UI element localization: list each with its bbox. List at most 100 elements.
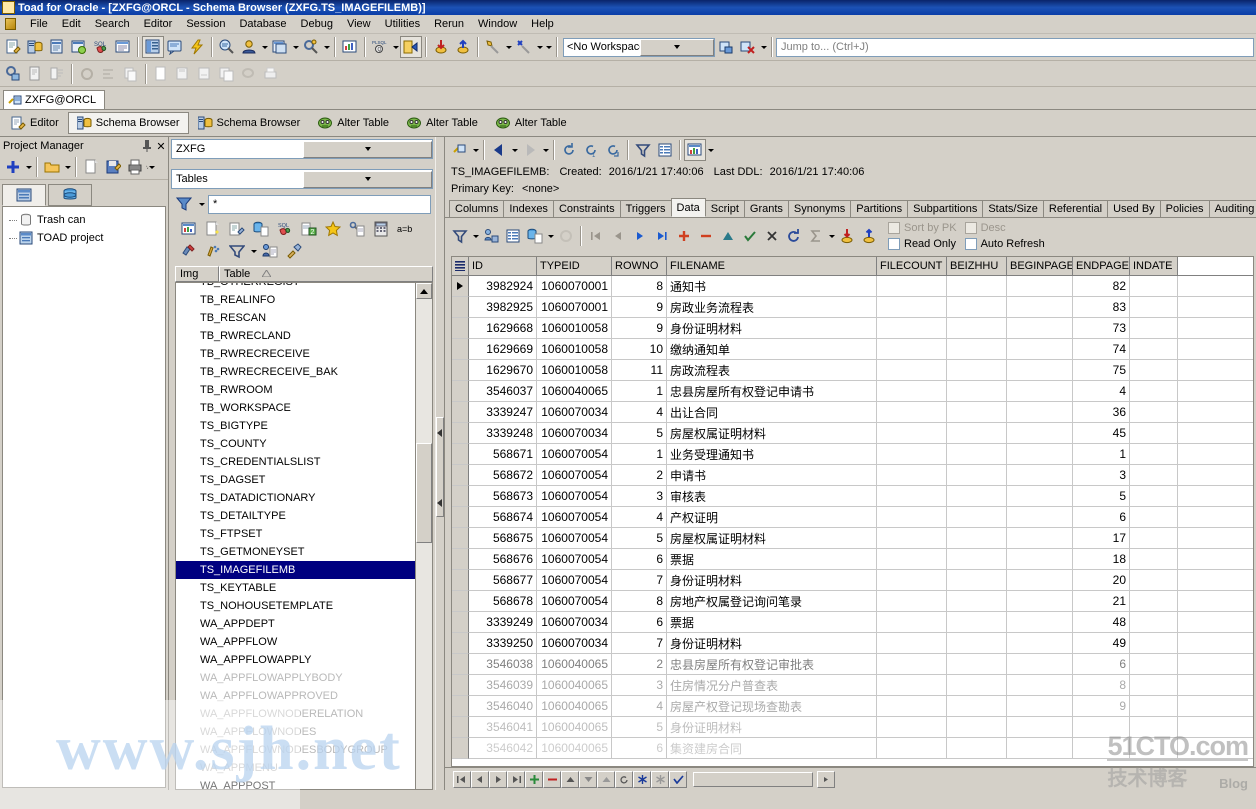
- table-row[interactable]: 56867210600700542申请书3: [452, 465, 1253, 486]
- cell-filecount[interactable]: [877, 486, 947, 507]
- cell-typeid[interactable]: 1060070054: [537, 507, 612, 528]
- cell-filecount[interactable]: [877, 297, 947, 318]
- cell-typeid[interactable]: 1060070001: [537, 276, 612, 297]
- cell-indate[interactable]: [1130, 360, 1178, 381]
- list-item[interactable]: WA_APPFLOWAPPLYBODY: [176, 669, 416, 687]
- data-report-icon[interactable]: [177, 218, 201, 240]
- cell-indate[interactable]: [1130, 633, 1178, 654]
- calculator-icon[interactable]: [369, 218, 393, 240]
- cell-typeid[interactable]: 1060070034: [537, 633, 612, 654]
- schema-select[interactable]: ZXFG: [171, 139, 433, 159]
- row-indicator[interactable]: [452, 276, 469, 297]
- table-row[interactable]: 1629669106001005810缴纳通知单74: [452, 339, 1253, 360]
- row-indicator[interactable]: [452, 633, 469, 654]
- list-item-selected[interactable]: TS_IMAGEFILEMB: [176, 561, 416, 579]
- tab-constraints[interactable]: Constraints: [553, 200, 621, 217]
- filter-input[interactable]: *: [208, 195, 431, 214]
- nav-prior-record-icon[interactable]: [471, 771, 489, 788]
- cell-typeid[interactable]: 1060070054: [537, 591, 612, 612]
- filter-icon[interactable]: [632, 139, 654, 161]
- schema-browser-active-icon[interactable]: [142, 36, 164, 58]
- explain-plan-icon[interactable]: [216, 36, 238, 58]
- cell-filecount[interactable]: [877, 339, 947, 360]
- menu-view[interactable]: View: [340, 17, 378, 31]
- column-header-filecount[interactable]: FILECOUNT: [877, 257, 947, 276]
- cell-indate[interactable]: [1130, 297, 1178, 318]
- row-indicator[interactable]: [452, 570, 469, 591]
- cell-beizhhu[interactable]: [947, 528, 1007, 549]
- cell-rowno[interactable]: 1: [612, 381, 667, 402]
- sql-script-icon[interactable]: SQL: [273, 218, 297, 240]
- cell-typeid[interactable]: 1060070054: [537, 465, 612, 486]
- cell-indate[interactable]: [1130, 444, 1178, 465]
- cell-beginpage[interactable]: [1007, 423, 1073, 444]
- cell-filename[interactable]: 申请书: [667, 465, 877, 486]
- cell-indate[interactable]: [1130, 465, 1178, 486]
- tab-script[interactable]: Script: [705, 200, 745, 217]
- tab-columns[interactable]: Columns: [449, 200, 504, 217]
- sort-by-pk-row[interactable]: Sort by PK: [888, 220, 957, 236]
- cell-endpage[interactable]: 49: [1073, 633, 1130, 654]
- filter-icon[interactable]: [225, 240, 249, 262]
- delete-record-icon[interactable]: [695, 225, 717, 247]
- row-indicator[interactable]: [452, 738, 469, 759]
- cell-rowno[interactable]: 11: [612, 360, 667, 381]
- cell-beizhhu[interactable]: [947, 591, 1007, 612]
- column-header-filename[interactable]: FILENAME: [667, 257, 877, 276]
- cell-endpage[interactable]: 82: [1073, 276, 1130, 297]
- cell-indate[interactable]: [1130, 402, 1178, 423]
- preview-icon[interactable]: [238, 63, 260, 85]
- cell-endpage[interactable]: 75: [1073, 360, 1130, 381]
- cell-id[interactable]: 568676: [469, 549, 537, 570]
- list-item[interactable]: TB_RWROOM: [176, 381, 416, 399]
- list-item[interactable]: TS_KEYTABLE: [176, 579, 416, 597]
- cell-typeid[interactable]: 1060040065: [537, 381, 612, 402]
- cell-endpage[interactable]: 45: [1073, 423, 1130, 444]
- tree-node-toad-project[interactable]: TOAD project: [5, 229, 163, 247]
- nav-delete-icon[interactable]: [543, 771, 561, 788]
- cell-rowno[interactable]: 2: [612, 465, 667, 486]
- menu-window[interactable]: Window: [471, 17, 524, 31]
- row-indicator[interactable]: [452, 528, 469, 549]
- cell-typeid[interactable]: 1060070054: [537, 528, 612, 549]
- cell-beizhhu[interactable]: [947, 339, 1007, 360]
- settings-save-icon[interactable]: [2, 63, 24, 85]
- cell-indate[interactable]: [1130, 549, 1178, 570]
- list-item[interactable]: WA_APPFLOWNODESBODYGROUP: [176, 741, 416, 759]
- column-header-beizhhu[interactable]: BEIZHHU: [947, 257, 1007, 276]
- cell-indate[interactable]: [1130, 423, 1178, 444]
- cell-beizhhu[interactable]: [947, 276, 1007, 297]
- list-item[interactable]: TS_COUNTY: [176, 435, 416, 453]
- table-row[interactable]: 398292410600700018通知书82: [452, 276, 1253, 297]
- open-dropdown-icon[interactable]: [63, 156, 72, 178]
- first-record-icon[interactable]: [585, 225, 607, 247]
- rename-icon[interactable]: 2: [297, 218, 321, 240]
- cell-beginpage[interactable]: [1007, 297, 1073, 318]
- cell-filecount[interactable]: [877, 675, 947, 696]
- splitter-arrow-icon[interactable]: [437, 499, 442, 507]
- table-list[interactable]: TB_OTHERREGIST TB_REALINFO TB_RESCAN TB_…: [175, 282, 433, 790]
- cell-beizhhu[interactable]: [947, 423, 1007, 444]
- cell-filename[interactable]: 集资建房合同: [667, 738, 877, 759]
- cancel-dropdown-icon[interactable]: [535, 36, 544, 58]
- table-row[interactable]: 56867810600700548房地产权属登记询问笔录21: [452, 591, 1253, 612]
- tab-stats-size[interactable]: Stats/Size: [982, 200, 1044, 217]
- scroll-up-icon[interactable]: [416, 283, 432, 299]
- column-header-beginpage[interactable]: BEGINPAGE: [1007, 257, 1073, 276]
- cell-indate[interactable]: [1130, 675, 1178, 696]
- cell-filecount[interactable]: [877, 654, 947, 675]
- list-item[interactable]: WA_APPPOST: [176, 777, 416, 789]
- row-indicator[interactable]: [452, 402, 469, 423]
- cell-beizhhu[interactable]: [947, 318, 1007, 339]
- cell-filename[interactable]: 缴纳通知单: [667, 339, 877, 360]
- row-indicator[interactable]: [452, 465, 469, 486]
- save-workspace-icon[interactable]: [715, 36, 737, 58]
- cell-rowno[interactable]: 6: [612, 549, 667, 570]
- cell-rowno[interactable]: 8: [612, 591, 667, 612]
- table-row[interactable]: 354603710600400651忠县房屋所有权登记申请书4: [452, 381, 1253, 402]
- cell-endpage[interactable]: 74: [1073, 339, 1130, 360]
- cell-typeid[interactable]: 1060040065: [537, 654, 612, 675]
- cell-id[interactable]: 3546042: [469, 738, 537, 759]
- save-file-icon[interactable]: [172, 63, 194, 85]
- cell-filecount[interactable]: [877, 528, 947, 549]
